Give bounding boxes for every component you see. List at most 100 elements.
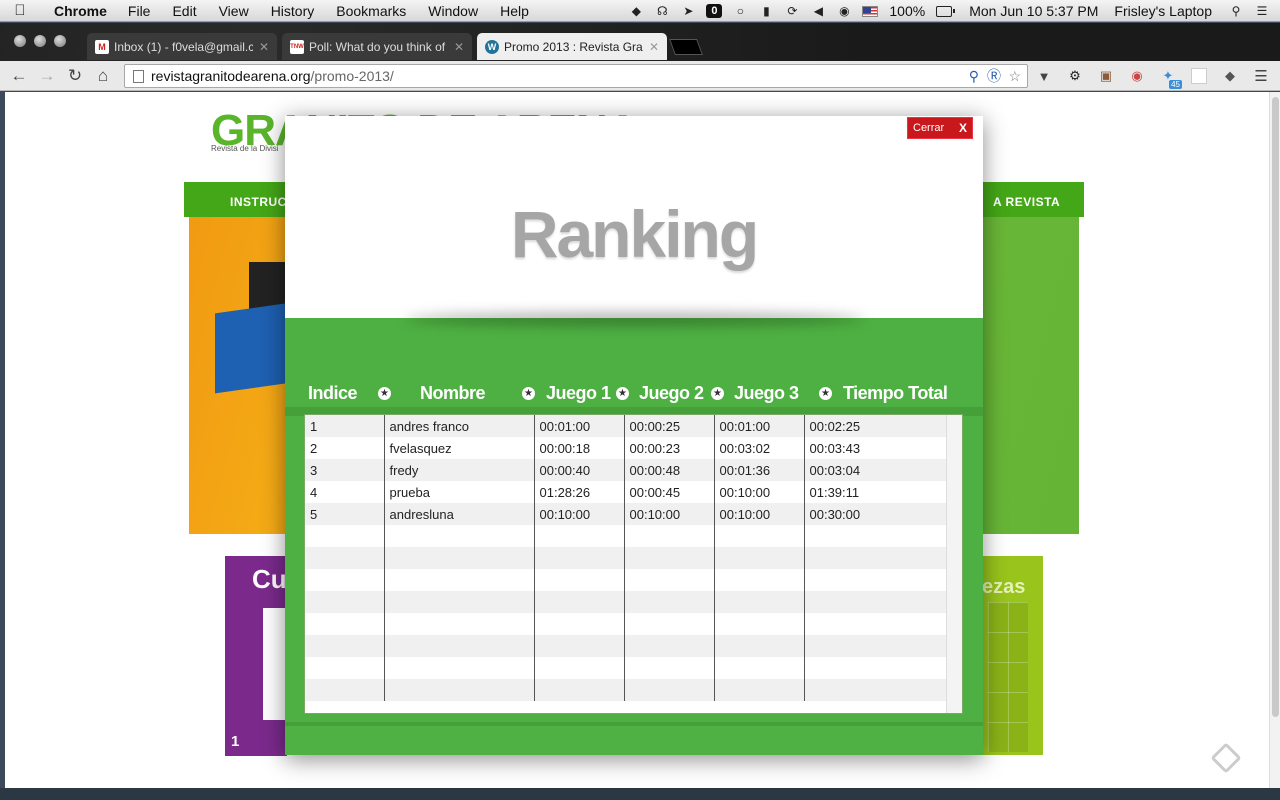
page-scrollbar[interactable] — [1269, 92, 1280, 788]
sort-star-icon[interactable]: ★ — [819, 387, 832, 400]
tab-close-icon[interactable]: ✕ — [259, 40, 269, 54]
home-icon[interactable]: ⌂ — [92, 65, 114, 87]
search-icon[interactable]: ⚲ — [969, 65, 979, 87]
pocket-icon[interactable]: ▼ — [1034, 67, 1054, 85]
new-tab-button[interactable] — [669, 39, 703, 55]
empty-cell — [534, 635, 625, 657]
column-header-juego3[interactable]: Juego 3 — [734, 383, 799, 405]
apple-menu-icon[interactable]:  — [0, 2, 40, 19]
table-row[interactable]: 1 andres franco 00:01:00 00:00:25 00:01:00 00… — [305, 415, 947, 437]
menubar:  Chrome File Edit View History Bookmark… — [0, 0, 1280, 22]
table-row[interactable]: 3 fredy 00:00:40 00:00:48 00:01:36 00:03:04 — [305, 459, 947, 481]
site-logo-subtitle: Revista de la Divisi — [211, 144, 279, 153]
menu-help[interactable]: Help — [489, 3, 540, 19]
nav-item-revista[interactable]: A REVISTA — [993, 195, 1060, 209]
settings-gear-icon[interactable]: ⚙ — [1065, 67, 1085, 85]
cell-nombre: andres franco — [384, 415, 535, 437]
empty-table-row — [305, 525, 947, 547]
tab-promo-2013[interactable]: W Promo 2013 : Revista Gran ✕ — [477, 33, 667, 60]
empty-cell — [804, 525, 947, 547]
nav-item-instrucciones[interactable]: INSTRUC — [230, 195, 287, 209]
sort-star-icon[interactable]: ★ — [522, 387, 535, 400]
tab-close-icon[interactable]: ✕ — [649, 40, 659, 54]
minimize-window-button[interactable] — [34, 35, 46, 47]
spotlight-icon[interactable]: ⚲ — [1228, 4, 1244, 18]
empty-table-row — [305, 635, 947, 657]
diamond-extension-icon[interactable]: ◆ — [1220, 67, 1240, 85]
cell-juego3: 00:01:36 — [714, 459, 805, 481]
back-icon[interactable]: ← — [8, 65, 30, 87]
instagram-icon[interactable]: ▣ — [1096, 67, 1116, 85]
empty-cell — [624, 591, 715, 613]
menu-history[interactable]: History — [260, 3, 326, 19]
bookmark-star-icon[interactable]: ☆ — [1008, 65, 1021, 87]
empty-cell — [624, 657, 715, 679]
user-name[interactable]: Frisley's Laptop — [1104, 3, 1218, 19]
headphones-icon[interactable]: ☊ — [654, 4, 670, 18]
empty-cell — [714, 679, 805, 701]
forward-icon[interactable]: → — [36, 65, 58, 87]
table-scrollbar[interactable] — [946, 415, 962, 713]
color-picker-icon[interactable]: ◉ — [1127, 67, 1147, 85]
app-status-icon[interactable]: 0 — [706, 4, 723, 18]
twitter-badge: 45 — [1169, 80, 1182, 89]
empty-cell — [534, 657, 625, 679]
purple-card[interactable]: Cu 1 — [225, 556, 287, 756]
menu-edit[interactable]: Edit — [161, 3, 207, 19]
close-window-button[interactable] — [14, 35, 26, 47]
empty-cell — [714, 525, 805, 547]
modal-header: Ranking Cerrar X — [285, 116, 983, 326]
table-row[interactable]: 4 prueba 01:28:26 00:00:45 00:10:00 01:39:11 — [305, 481, 947, 503]
sort-star-icon[interactable]: ★ — [616, 387, 629, 400]
battery-percent[interactable]: 100% — [883, 3, 931, 19]
column-header-juego2[interactable]: Juego 2 — [639, 383, 704, 405]
volume-icon[interactable]: ◀ — [810, 4, 826, 18]
tab-gmail[interactable]: M Inbox (1) - f0vela@gmail.c ✕ — [87, 33, 277, 60]
column-header-nombre[interactable]: Nombre — [420, 383, 486, 405]
menu-view[interactable]: View — [208, 3, 260, 19]
twitter-icon[interactable]: ✦ 45 — [1158, 67, 1182, 89]
tab-title: Inbox (1) - f0vela@gmail.c — [114, 39, 253, 54]
column-header-tiempo-total[interactable]: Tiempo Total — [843, 383, 948, 405]
clock[interactable]: Mon Jun 10 5:37 PM — [957, 3, 1104, 19]
scrollbar-thumb[interactable] — [1272, 97, 1279, 717]
menu-file[interactable]: File — [117, 3, 162, 19]
wordpress-extension-icon[interactable]: Ⓡ — [987, 65, 1001, 87]
notification-center-icon[interactable]: ☰ — [1254, 4, 1270, 18]
dropbox-icon[interactable]: ◆ — [628, 4, 644, 18]
ranking-modal: Ranking Cerrar X Indice ★ Nombre ★ Juego… — [285, 116, 983, 755]
meter-icon[interactable]: ▮ — [758, 4, 774, 18]
tab-poll[interactable]: TNW Poll: What do you think of ✕ — [282, 33, 472, 60]
bird-icon[interactable]: ➤ — [680, 4, 696, 18]
empty-table-row — [305, 613, 947, 635]
us-flag-icon[interactable] — [862, 4, 879, 18]
column-header-indice[interactable]: Indice — [308, 383, 358, 405]
menu-bookmarks[interactable]: Bookmarks — [325, 3, 417, 19]
blank-extension-icon[interactable] — [1189, 67, 1209, 85]
chrome-menu-icon[interactable]: ☰ — [1251, 67, 1271, 85]
ranking-table-container[interactable]: 1 andres franco 00:01:00 00:00:25 00:01:00 00… — [304, 414, 963, 714]
grid-graphic — [988, 602, 1028, 752]
table-row[interactable]: 2 fvelasquez 00:00:18 00:00:23 00:03:02 00:03… — [305, 437, 947, 459]
purple-card-number: 1 — [231, 733, 240, 750]
menu-window[interactable]: Window — [417, 3, 489, 19]
cell-juego1: 00:00:40 — [534, 459, 625, 481]
table-row[interactable]: 5 andresluna 00:10:00 00:10:00 00:10:00 00:30… — [305, 503, 947, 525]
column-header-juego1[interactable]: Juego 1 — [546, 383, 611, 405]
headset-icon[interactable]: ○ — [732, 4, 748, 18]
sort-star-icon[interactable]: ★ — [378, 387, 391, 400]
sort-star-icon[interactable]: ★ — [711, 387, 724, 400]
empty-cell — [534, 679, 625, 701]
reload-icon[interactable]: ↻ — [64, 65, 86, 87]
lime-card[interactable]: ezas — [982, 556, 1043, 755]
zoom-window-button[interactable] — [54, 35, 66, 47]
wifi-icon[interactable]: ◉ — [836, 4, 852, 18]
close-button[interactable]: Cerrar X — [907, 117, 973, 139]
tab-close-icon[interactable]: ✕ — [454, 40, 464, 54]
battery-icon[interactable] — [936, 4, 956, 18]
sync-icon[interactable]: ⟳ — [784, 4, 800, 18]
address-bar[interactable]: revistagranitodearena.org/promo-2013/ ⚲ … — [124, 64, 1028, 88]
empty-cell — [534, 613, 625, 635]
feedly-icon[interactable] — [1210, 742, 1242, 774]
app-menu[interactable]: Chrome — [40, 3, 117, 19]
